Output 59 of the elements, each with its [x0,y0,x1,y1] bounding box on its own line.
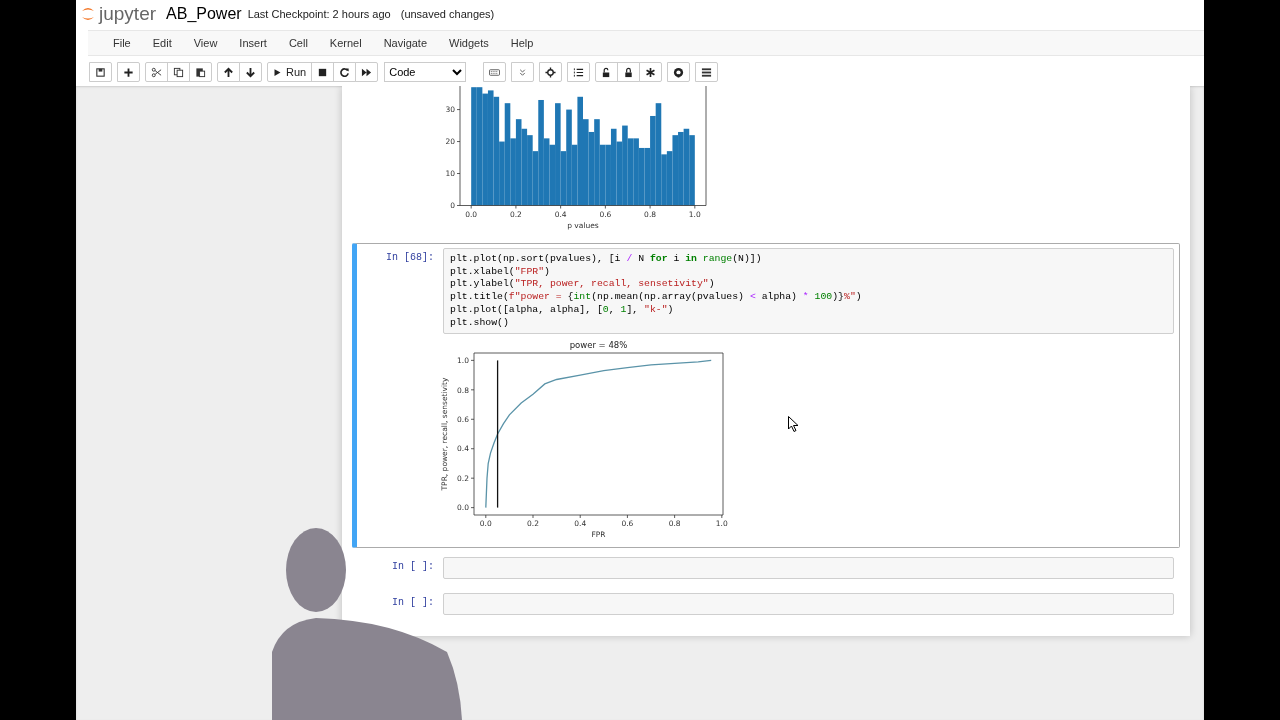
jupyter-logo[interactable]: jupyter [80,3,157,25]
shortcuts-button[interactable] [483,62,507,82]
arrow-down-icon [245,66,256,78]
input-prompt: In [ ]: [391,596,435,609]
move-down-button[interactable] [239,62,262,82]
run-all-button[interactable] [355,62,379,82]
locate-button[interactable] [539,62,563,82]
stop-icon [317,66,329,78]
menu-item[interactable]: Edit [141,31,183,55]
keyboard-icon [489,66,501,78]
input-prompt: In [68]: [385,251,435,263]
menu-item[interactable]: Widgets [438,31,500,55]
save-button[interactable] [89,62,112,82]
cell-type-dropdown[interactable]: Code [384,62,467,82]
restart-icon [339,66,351,78]
git-button[interactable] [667,62,691,82]
copy-button[interactable] [167,62,190,82]
menu-item[interactable]: Kernel [318,31,373,55]
stop-button[interactable] [311,62,335,82]
notebook-cell[interactable] [352,243,1180,549]
notebook-title[interactable]: AB_Power [166,5,242,23]
list-button[interactable] [695,62,719,82]
scissors-icon [151,66,162,78]
copy-icon [173,66,184,78]
run-button[interactable]: Run [267,62,313,82]
move-up-button[interactable] [217,62,240,82]
menu-item[interactable]: Help [499,31,545,55]
list-icon [701,66,713,78]
menu-item[interactable]: View [182,31,229,55]
line-numbers-button[interactable] [567,62,591,82]
notebook-cell[interactable]: In [ ]: [352,552,1180,585]
crosshair-icon [545,66,557,78]
code-editor[interactable]: plt.plot(np.sort(pvalues), [i / N for i in range(N)]) plt.xlabel("FPR") plt.ylabel("TPR, power, recall, sensetivity") plt.title(f"power = {int(np.mean(np.array(pvalues) < alpha) * 100)}%") plt.plot([alpha, alpha], [0, 1], "k-") plt.show() [443,248,1174,335]
play-icon [273,67,282,77]
checkpoint-text: Last Checkpoint: 2 hours ago [247,8,391,20]
save-icon [95,66,106,78]
menu-item[interactable]: Navigate [372,31,439,55]
padlock-icon [623,66,635,78]
asterisk-icon [645,66,657,78]
chart-title: power = 48% [569,340,628,351]
plus-icon [123,66,134,78]
cut-button[interactable] [145,62,168,82]
input-prompt: In [ ]: [391,560,435,573]
menu-item[interactable]: Cell [277,31,319,55]
mouse-pointer-icon [788,416,799,432]
unlock-button[interactable] [595,62,619,82]
lock-button[interactable] [617,62,641,82]
restart-button[interactable] [333,62,357,82]
menu-item[interactable]: Insert [228,31,278,55]
paste-button[interactable] [189,62,212,82]
insert-cell-button[interactable] [117,62,140,82]
notebook-cell[interactable]: In [ ]: [352,588,1180,621]
asterisk-button[interactable] [639,62,663,82]
arrow-up-icon [223,66,234,78]
save-status: (unsaved changes) [400,8,495,20]
paste-icon [195,66,206,78]
numbered-list-icon [573,66,585,78]
menu-item[interactable]: File [102,31,142,55]
fast-forward-icon [361,66,373,78]
